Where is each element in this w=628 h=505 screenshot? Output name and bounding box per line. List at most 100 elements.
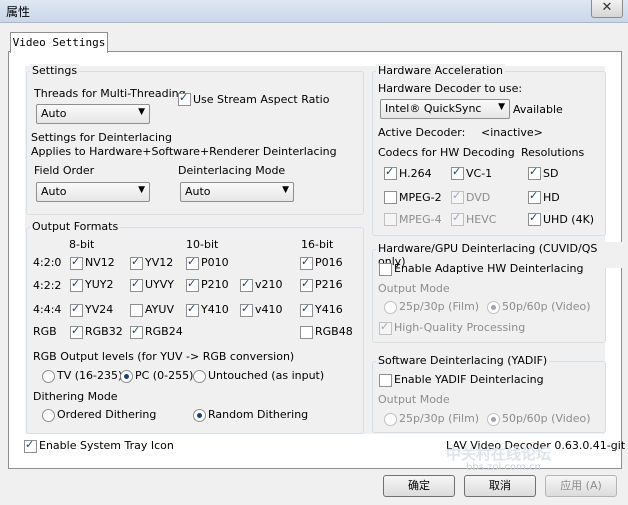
deint-mode-value: Auto (185, 185, 211, 198)
gpu-video-radio[interactable] (487, 301, 500, 314)
yadif-label: Enable YADIF Deinterlacing (394, 373, 544, 386)
dvd-checkbox[interactable] (451, 189, 464, 204)
chevron-down-icon: ▼ (138, 185, 145, 195)
header-8bit: 8-bit (69, 238, 95, 251)
hw-resolutions-label: Resolutions (521, 146, 585, 159)
yv12-checkbox[interactable] (130, 255, 143, 270)
threads-select[interactable]: Auto ▼ (36, 104, 150, 124)
tray-icon-label: Enable System Tray Icon (39, 439, 174, 452)
p216-label: P216 (315, 278, 343, 291)
apply-button[interactable]: 应用 (A) (545, 475, 617, 497)
yadif-checkbox[interactable] (379, 374, 392, 387)
field-order-value: Auto (41, 185, 67, 198)
hw-decoder-select[interactable]: Intel® QuickSync ▼ (380, 99, 510, 119)
hq-processing-label: High-Quality Processing (394, 321, 526, 334)
sw-film-radio[interactable] (384, 413, 397, 426)
mpeg2-checkbox[interactable] (384, 191, 397, 204)
chevron-down-icon: ▼ (138, 107, 145, 117)
dithering-title: Dithering Mode (33, 390, 118, 403)
gpu-film-label: 25p/30p (Film) (399, 300, 480, 313)
uyvy-checkbox[interactable] (130, 277, 143, 292)
h264-checkbox[interactable] (384, 165, 397, 180)
ayuv-checkbox[interactable] (130, 304, 143, 317)
rgb48-checkbox[interactable] (300, 326, 313, 339)
rgb24-checkbox[interactable] (130, 324, 143, 339)
v410-checkbox[interactable] (240, 302, 253, 317)
row-422-label: 4:2:2 (33, 279, 62, 292)
sd-checkbox[interactable] (528, 165, 541, 180)
tv-range-radio[interactable] (42, 370, 55, 383)
dvd-label: DVD (466, 191, 491, 204)
uhd-label: UHD (4K) (543, 213, 595, 226)
output-formats-title: Output Formats (30, 220, 121, 233)
mpeg2-label: MPEG-2 (399, 191, 442, 204)
threads-select-value: Auto (41, 107, 67, 120)
adaptive-hw-deint-checkbox[interactable] (379, 263, 392, 276)
gpu-film-radio[interactable] (384, 301, 397, 314)
rgb32-label: RGB32 (85, 325, 123, 338)
header-10bit: 10-bit (186, 238, 219, 251)
rgb48-label: RGB48 (315, 325, 353, 338)
watermark-text: 中关村在线论坛 (446, 445, 552, 463)
rgb32-checkbox[interactable] (70, 324, 83, 339)
p210-checkbox[interactable] (186, 277, 199, 292)
nv12-checkbox[interactable] (70, 255, 83, 270)
vc1-checkbox[interactable] (451, 165, 464, 180)
p210-label: P210 (201, 278, 229, 291)
ayuv-label: AYUV (145, 303, 174, 316)
header-16bit: 16-bit (301, 238, 334, 251)
mpeg4-checkbox[interactable] (384, 213, 397, 226)
row-444-label: 4:4:4 (33, 303, 62, 316)
pc-range-radio[interactable] (120, 370, 133, 383)
active-decoder-label: Active Decoder: (378, 126, 466, 139)
hw-decoder-label: Hardware Decoder to use: (378, 82, 523, 95)
hevc-checkbox[interactable] (451, 211, 464, 226)
y410-checkbox[interactable] (186, 302, 199, 317)
deint-mode-select[interactable]: Auto ▼ (180, 182, 294, 202)
p016-checkbox[interactable] (300, 255, 313, 270)
v210-checkbox[interactable] (240, 277, 253, 292)
tv-range-label: TV (16-235) (57, 369, 123, 382)
p010-checkbox[interactable] (186, 255, 199, 270)
adaptive-hw-deint-label: Enable Adaptive HW Deinterlacing (394, 262, 584, 275)
stream-aspect-checkbox[interactable] (178, 91, 191, 106)
hd-label: HD (543, 191, 560, 204)
ordered-dither-radio[interactable] (42, 409, 55, 422)
mpeg4-label: MPEG-4 (399, 213, 442, 226)
p016-label: P016 (315, 256, 343, 269)
stream-aspect-label: Use Stream Aspect Ratio (193, 93, 330, 106)
ok-button[interactable]: 确定 (383, 475, 455, 497)
yv24-checkbox[interactable] (70, 302, 83, 317)
tray-icon-checkbox[interactable] (24, 438, 37, 453)
threads-label: Threads for Multi-Threading (34, 87, 186, 100)
sw-video-radio[interactable] (487, 413, 500, 426)
yuy2-checkbox[interactable] (70, 277, 83, 292)
hw-accel-title: Hardware Acceleration (376, 64, 505, 77)
untouched-radio[interactable] (193, 370, 206, 383)
ordered-dither-label: Ordered Dithering (57, 408, 157, 421)
active-decoder-value: <inactive> (481, 126, 543, 139)
p216-checkbox[interactable] (300, 277, 313, 292)
hq-processing-checkbox[interactable] (379, 320, 392, 335)
close-button[interactable]: ✕ (591, 0, 623, 18)
sd-label: SD (543, 167, 559, 180)
hd-checkbox[interactable] (528, 189, 541, 204)
uhd-checkbox[interactable] (528, 211, 541, 226)
cancel-button[interactable]: 取消 (464, 475, 536, 497)
p010-label: P010 (201, 256, 229, 269)
random-dither-radio[interactable] (193, 409, 206, 422)
v210-label: v210 (255, 278, 283, 291)
row-420-label: 4:2:0 (33, 256, 62, 269)
yv24-label: YV24 (85, 303, 114, 316)
hw-available-status: Available (513, 103, 563, 116)
y416-label: Y416 (315, 303, 343, 316)
chevron-down-icon: ▼ (282, 185, 289, 195)
y416-checkbox[interactable] (300, 302, 313, 317)
field-order-label: Field Order (34, 164, 95, 177)
settings-group-title: Settings (30, 64, 80, 77)
tab-video-settings[interactable]: Video Settings (10, 32, 108, 53)
hw-decoder-value: Intel® QuickSync (385, 102, 482, 115)
h264-label: H.264 (399, 167, 432, 180)
field-order-select[interactable]: Auto ▼ (36, 182, 150, 202)
uyvy-label: UYVY (145, 278, 175, 291)
